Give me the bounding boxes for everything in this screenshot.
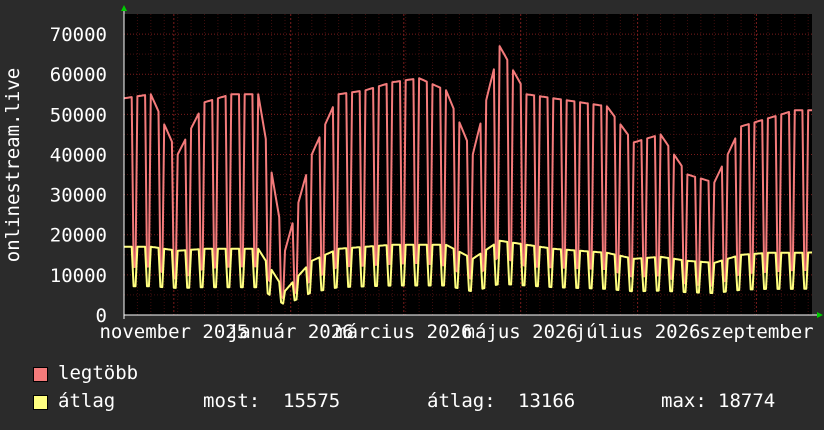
legend-stat-max-label: max: [661,390,707,412]
x-axis-arrow [817,312,823,318]
y-tick-label: 30000 [50,185,107,207]
y-axis-arrow [121,5,127,11]
y-tick-label: 70000 [50,24,107,46]
legend-label-avg: átlag [58,390,116,412]
y-tick-label: 20000 [50,225,107,247]
legend-stat-avg-label: átlag: [427,390,496,412]
x-tick-label: november 2025 [99,321,248,343]
x-tick-label: szeptember [699,321,813,343]
y-tick-label: 50000 [50,104,107,126]
legend-label-max: legtöbb [58,362,139,384]
y-tick-label: 40000 [50,144,107,166]
legend-stat-now-label: most: [203,390,261,412]
legend-swatch-max [33,367,48,382]
y-tick-label: 60000 [50,64,107,86]
x-axis-ticks: november 2025január 2026március 2026máju… [99,321,813,343]
legend-stat-now-value: 15575 [283,390,341,412]
x-tick-label: március 2026 [335,321,472,343]
legend-swatch-avg [33,395,48,410]
legend-stat-max-value: 18774 [718,390,776,412]
x-tick-label: július 2026 [575,321,701,343]
y-axis-label: onlinestream.live [2,68,24,262]
y-axis-ticks: 010000200003000040000500006000070000 [50,24,107,327]
x-tick-label: május 2026 [464,321,578,343]
legend-stat-avg-value: 13166 [518,390,576,412]
y-tick-label: 10000 [50,265,107,287]
